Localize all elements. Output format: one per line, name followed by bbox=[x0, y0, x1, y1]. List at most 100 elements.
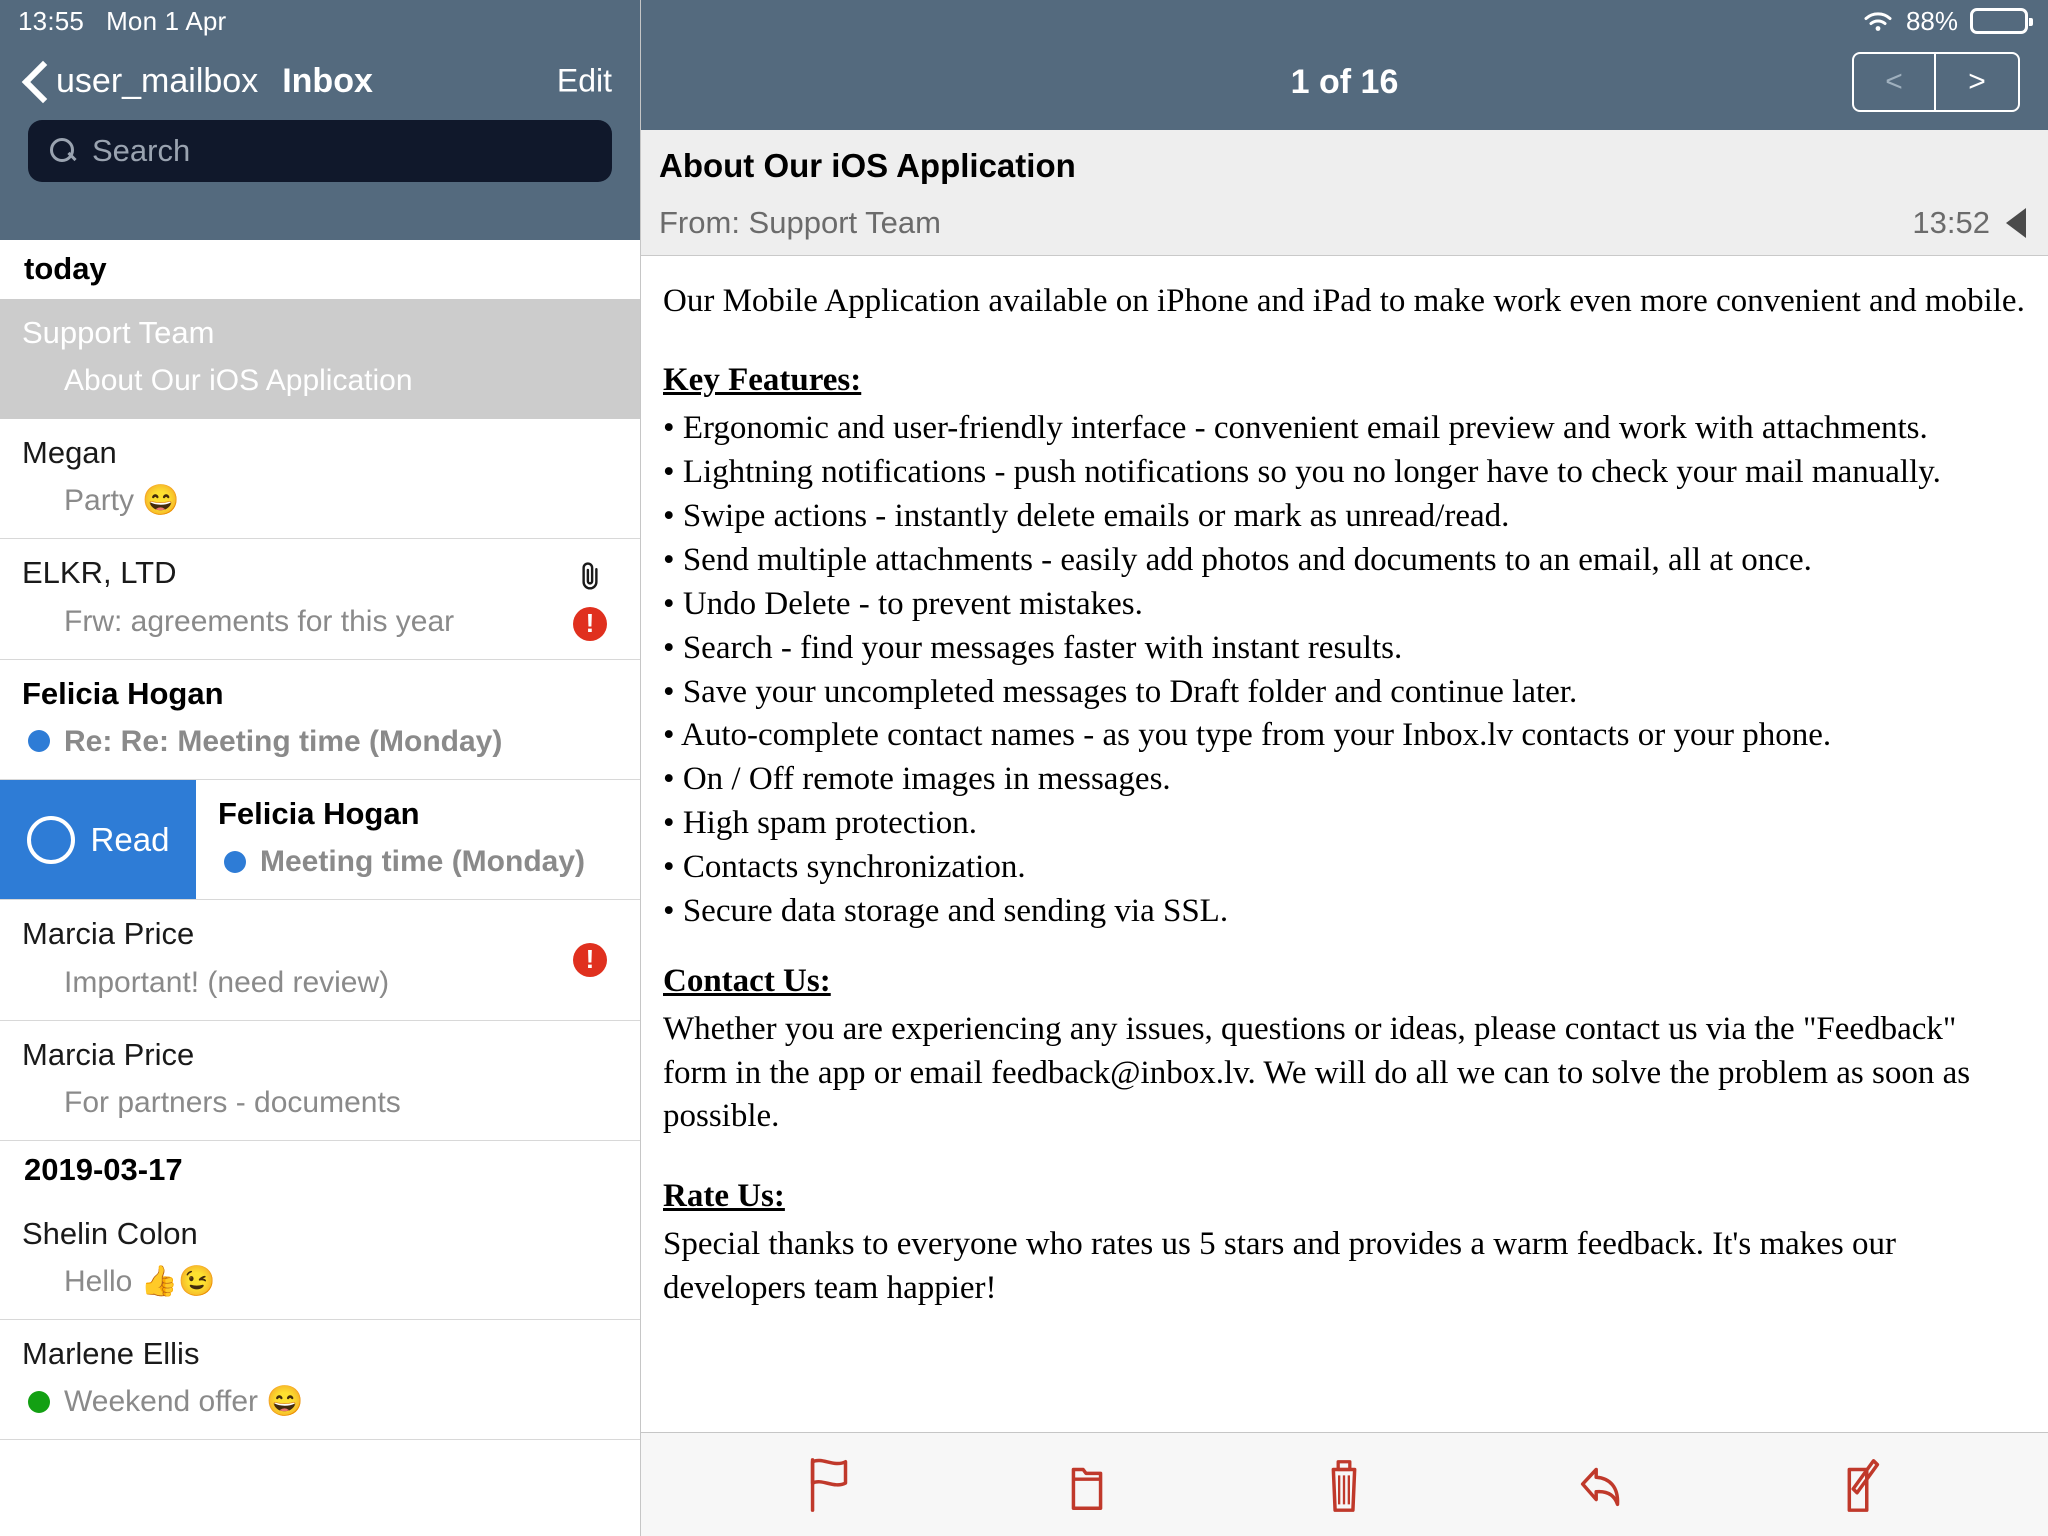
search-icon bbox=[50, 138, 76, 164]
folder-icon bbox=[1071, 1467, 1103, 1510]
feature-item: Undo Delete - to prevent mistakes. bbox=[663, 583, 2026, 627]
mail-sender: Marcia Price bbox=[22, 916, 195, 952]
search-placeholder: Search bbox=[92, 133, 191, 168]
mail-sender: Felicia Hogan bbox=[218, 795, 420, 831]
feature-item: Swipe actions - instantly delete emails … bbox=[663, 495, 2026, 539]
sidebar-header: 13:55 Mon 1 Apr user_mailbox Inbox Edit … bbox=[0, 0, 640, 240]
message-toolbar bbox=[641, 1432, 2048, 1536]
status-bar-right: 88% bbox=[641, 0, 2048, 42]
feature-item: High spam protection. bbox=[663, 802, 2026, 846]
chevron-left-icon[interactable] bbox=[22, 58, 48, 104]
mailbox-sidebar: 13:55 Mon 1 Apr user_mailbox Inbox Edit … bbox=[0, 0, 640, 1536]
body-rate-heading: Rate Us: bbox=[663, 1178, 785, 1215]
sidebar-navbar: user_mailbox Inbox Edit bbox=[0, 42, 640, 120]
mail-subject: Hello 👍😉 bbox=[64, 1264, 216, 1298]
next-message-button[interactable]: > bbox=[1936, 54, 2018, 110]
message-sender: From: Support Team bbox=[659, 204, 941, 240]
battery-icon bbox=[1970, 8, 2033, 34]
body-contact-heading: Contact Us: bbox=[663, 962, 831, 999]
feature-item: Save your uncompleted messages to Draft … bbox=[663, 671, 2026, 715]
list-item[interactable]: Marcia Price For partners - documents bbox=[0, 1020, 640, 1141]
previous-message-button[interactable]: < bbox=[1854, 54, 1936, 110]
flag-icon bbox=[810, 1457, 847, 1512]
flag-button[interactable] bbox=[790, 1450, 870, 1520]
reader-header: 88% 1 of 16 < > bbox=[641, 0, 2048, 130]
mail-sender: Marlene Ellis bbox=[22, 1335, 200, 1371]
body-key-features-heading: Key Features: bbox=[663, 362, 862, 399]
search-input[interactable]: Search bbox=[28, 120, 612, 182]
move-to-folder-button[interactable] bbox=[1047, 1450, 1127, 1520]
mail-subject: About Our iOS Application bbox=[64, 364, 413, 398]
mail-sender: Megan bbox=[22, 435, 117, 471]
message-time: 13:52 bbox=[1912, 204, 1990, 240]
mail-sender: ELKR, LTD bbox=[22, 555, 177, 591]
edit-button[interactable]: Edit bbox=[557, 63, 612, 100]
mail-sender: Marcia Price bbox=[22, 1036, 195, 1072]
mail-sender: Support Team bbox=[22, 314, 215, 350]
list-item[interactable]: Megan Party 😄 bbox=[0, 419, 640, 540]
status-bar-time: 13:55 bbox=[18, 5, 85, 36]
delete-button[interactable] bbox=[1304, 1450, 1384, 1520]
feature-item: Secure data storage and sending via SSL. bbox=[663, 890, 2026, 934]
list-item[interactable]: Support Team About Our iOS Application bbox=[0, 298, 640, 420]
reply-icon bbox=[1580, 1467, 1620, 1506]
mail-subject: Party 😄 bbox=[64, 484, 180, 518]
feature-item: Lightning notifications - push notificat… bbox=[663, 451, 2026, 495]
row-indicators: ! bbox=[568, 900, 612, 1019]
message-header: About Our iOS Application From: Support … bbox=[641, 130, 2048, 256]
back-mailbox-label[interactable]: user_mailbox bbox=[56, 62, 258, 101]
mail-list[interactable]: today Support Team About Our iOS Applica… bbox=[0, 240, 640, 1536]
triangle-left-icon[interactable] bbox=[2006, 207, 2026, 238]
reply-button[interactable] bbox=[1562, 1450, 1642, 1520]
mark-read-label: Read bbox=[90, 820, 170, 858]
list-item[interactable]: Felicia Hogan Re: Re: Meeting time (Mond… bbox=[0, 659, 640, 780]
message-body: Our Mobile Application available on iPho… bbox=[641, 256, 2048, 1432]
feature-item: Ergonomic and user-friendly interface - … bbox=[663, 407, 2026, 451]
trash-icon bbox=[1332, 1459, 1357, 1512]
list-item[interactable]: Shelin Colon Hello 👍😉 bbox=[0, 1199, 640, 1320]
unread-dot-icon bbox=[28, 730, 50, 753]
mail-subject: Important! (need review) bbox=[64, 965, 390, 999]
mail-subject: Meeting time (Monday) bbox=[260, 845, 586, 879]
unread-dot-icon bbox=[224, 850, 246, 873]
message-counter: 1 of 16 bbox=[1290, 63, 1399, 101]
feature-item: Search - find your messages faster with … bbox=[663, 627, 2026, 671]
alert-badge: ! bbox=[573, 606, 607, 641]
status-bar-date: Mon 1 Apr bbox=[106, 5, 227, 36]
list-item[interactable]: ELKR, LTD Frw: agreements for this year … bbox=[0, 539, 640, 660]
status-bar-left: 13:55 Mon 1 Apr bbox=[0, 0, 640, 42]
list-section-header-date: 2019-03-17 bbox=[0, 1140, 640, 1200]
mail-subject: Frw: agreements for this year bbox=[64, 604, 455, 638]
mail-subject: For partners - documents bbox=[64, 1085, 401, 1119]
message-subject: About Our iOS Application bbox=[659, 147, 1076, 184]
list-item-swiped[interactable]: Read Felicia Hogan Meeting time (Monday) bbox=[0, 779, 640, 901]
mail-subject: Weekend offer 😄 bbox=[64, 1385, 304, 1419]
list-item[interactable]: Marlene Ellis Weekend offer 😄 bbox=[0, 1319, 640, 1441]
list-item[interactable]: Marcia Price Important! (need review) ! bbox=[0, 900, 640, 1021]
compose-icon bbox=[1847, 1458, 1880, 1512]
mail-app: 13:55 Mon 1 Apr user_mailbox Inbox Edit … bbox=[0, 0, 2048, 1536]
search-container: Search bbox=[0, 120, 640, 182]
body-contact-text: Whether you are experiencing any issues,… bbox=[663, 1010, 1971, 1135]
message-reader: 88% 1 of 16 < > About Our iOS Applicatio… bbox=[640, 0, 2048, 1536]
battery-percent-label: 88% bbox=[1905, 5, 1958, 36]
page-title: Inbox bbox=[282, 61, 373, 100]
row-indicators: ! bbox=[568, 539, 612, 658]
mark-read-button[interactable]: Read bbox=[0, 779, 196, 900]
paperclip-icon bbox=[582, 562, 598, 590]
compose-button[interactable] bbox=[1819, 1450, 1899, 1520]
mail-sender: Felicia Hogan bbox=[22, 675, 224, 711]
unread-dot-icon bbox=[28, 1390, 50, 1413]
feature-item: Contacts synchronization. bbox=[663, 846, 2026, 890]
feature-item: Auto-complete contact names - as you typ… bbox=[663, 714, 2026, 758]
mail-sender: Shelin Colon bbox=[22, 1215, 198, 1251]
feature-item: On / Off remote images in messages. bbox=[663, 758, 2026, 802]
list-section-header-today: today bbox=[0, 240, 640, 299]
alert-badge: ! bbox=[573, 942, 607, 977]
message-nav-group: < > bbox=[1852, 52, 2020, 112]
body-rate-text: Special thanks to everyone who rates us … bbox=[663, 1226, 1896, 1307]
list-item-content[interactable]: Felicia Hogan Meeting time (Monday) bbox=[196, 780, 640, 899]
mail-subject: Re: Re: Meeting time (Monday) bbox=[64, 724, 503, 758]
body-intro: Our Mobile Application available on iPho… bbox=[663, 282, 2025, 319]
feature-item: Send multiple attachments - easily add p… bbox=[663, 539, 2026, 583]
